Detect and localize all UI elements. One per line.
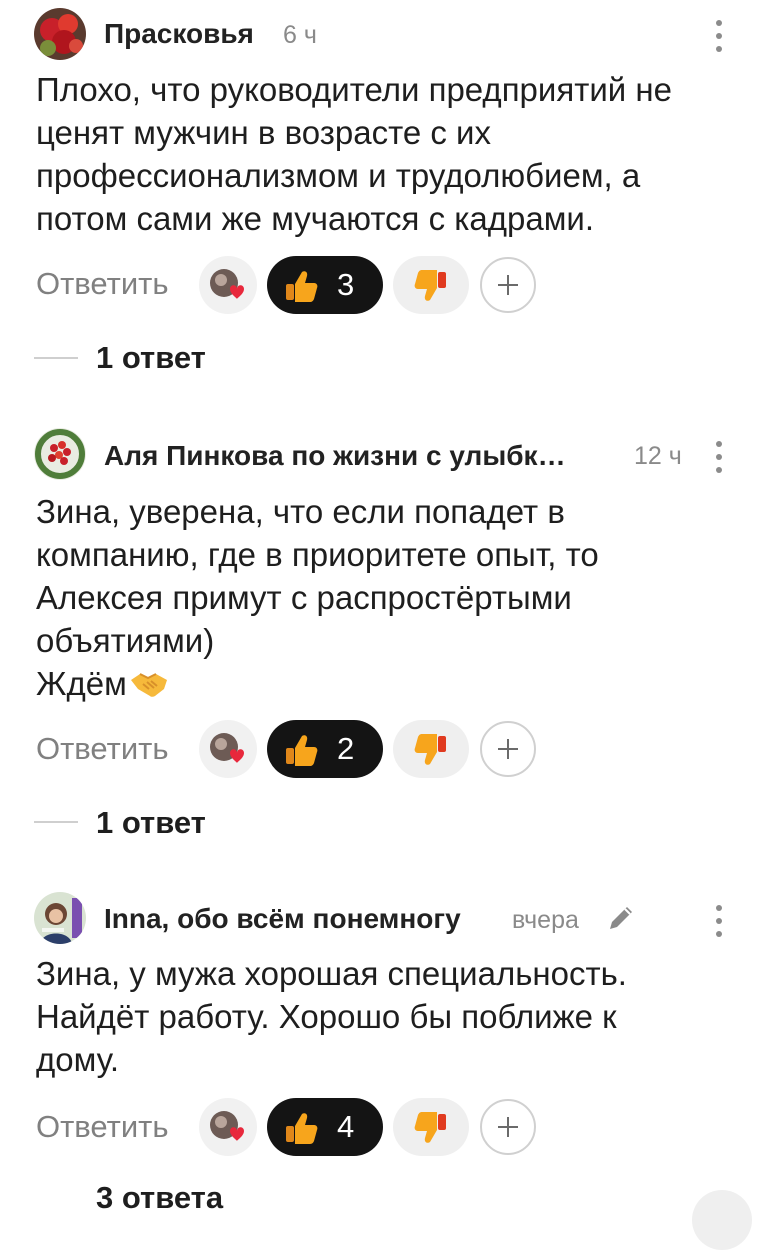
like-count: 4 xyxy=(337,1109,355,1144)
comment-text: Плохо, что руководители предприятий не ц… xyxy=(36,71,672,237)
timestamp: 6 ч xyxy=(283,21,317,49)
avatar[interactable] xyxy=(34,8,86,60)
author-name[interactable]: Inna, обо всём понемногу xyxy=(104,903,461,935)
thread-line xyxy=(34,821,78,823)
thumbs-up-icon xyxy=(283,1110,319,1146)
reply-button[interactable]: Ответить xyxy=(36,266,169,302)
comment-text-last-line: Ждём xyxy=(36,662,169,705)
reply-button[interactable]: Ответить xyxy=(36,1109,169,1145)
comment-text-ending: Ждём xyxy=(36,665,127,702)
reply-button[interactable]: Ответить xyxy=(36,731,169,767)
more-vertical-icon[interactable] xyxy=(710,901,728,941)
dislike-button[interactable] xyxy=(393,1098,469,1156)
timestamp: 12 ч xyxy=(634,442,682,470)
add-reaction-button[interactable] xyxy=(480,721,536,777)
reaction-avatars[interactable] xyxy=(199,1098,257,1156)
handshake-emoji xyxy=(129,668,169,700)
avatar[interactable] xyxy=(34,428,86,480)
thumbs-up-icon xyxy=(283,268,319,304)
thread-line xyxy=(34,357,78,359)
comment-text: Зина, у мужа хорошая специальность. Найд… xyxy=(36,955,627,1078)
pencil-icon xyxy=(605,902,637,934)
dislike-button[interactable] xyxy=(393,256,469,314)
like-button[interactable]: 2 xyxy=(267,720,383,778)
replies-link[interactable]: 3 ответа xyxy=(96,1180,223,1216)
floating-button[interactable] xyxy=(692,1190,752,1250)
like-button[interactable]: 3 xyxy=(267,256,383,314)
add-reaction-button[interactable] xyxy=(480,257,536,313)
like-button[interactable]: 4 xyxy=(267,1098,383,1156)
more-vertical-icon[interactable] xyxy=(710,437,728,477)
reaction-avatars[interactable] xyxy=(199,720,257,778)
reaction-avatars[interactable] xyxy=(199,256,257,314)
like-count: 3 xyxy=(337,267,355,302)
thumbs-down-icon xyxy=(413,732,449,768)
add-reaction-button[interactable] xyxy=(480,1099,536,1155)
like-count: 2 xyxy=(337,731,355,766)
replies-link[interactable]: 1 ответ xyxy=(96,805,206,841)
author-name[interactable]: Прасковья xyxy=(104,18,254,50)
timestamp: вчера xyxy=(512,906,579,934)
more-vertical-icon[interactable] xyxy=(710,16,728,56)
thumbs-down-icon xyxy=(413,268,449,304)
thumbs-up-icon xyxy=(283,732,319,768)
dislike-button[interactable] xyxy=(393,720,469,778)
avatar[interactable] xyxy=(34,892,86,944)
author-name[interactable]: Аля Пинкова по жизни с улыбк… xyxy=(104,440,566,472)
replies-link[interactable]: 1 ответ xyxy=(96,340,206,376)
thumbs-down-icon xyxy=(413,1110,449,1146)
comment-text: Зина, уверена, что если попадет в компан… xyxy=(36,493,599,659)
